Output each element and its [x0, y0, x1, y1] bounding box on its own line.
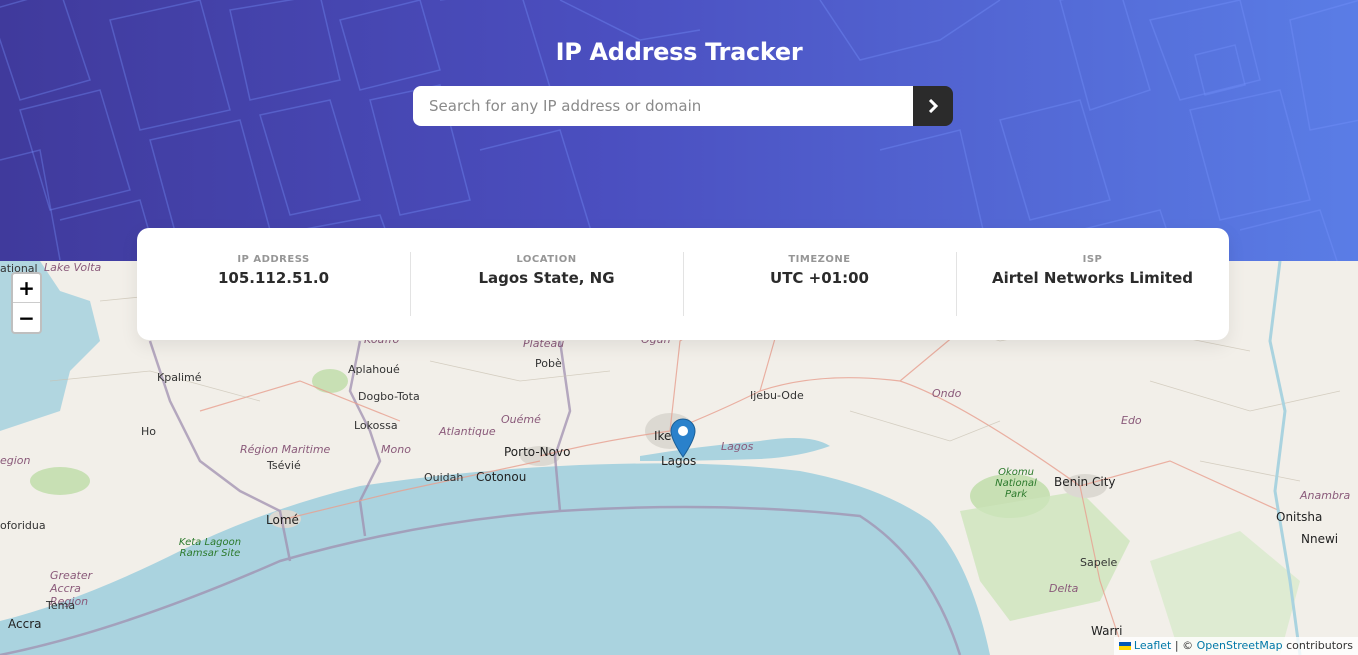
map-label: Kpalimé	[157, 371, 202, 384]
chevron-right-icon	[928, 99, 938, 113]
search-input[interactable]	[413, 86, 913, 126]
map-label: Tsévié	[267, 459, 301, 472]
map-label: Delta	[1049, 582, 1079, 595]
location-value: Lagos State, NG	[478, 269, 615, 287]
map-label: Ondo	[932, 387, 962, 400]
map-label: Lomé	[266, 513, 299, 527]
map-label: oforidua	[0, 519, 46, 532]
leaflet-link[interactable]: Leaflet	[1134, 639, 1171, 652]
map-label: Onitsha	[1276, 510, 1323, 524]
map-label: Accra	[8, 617, 42, 631]
search-submit-button[interactable]	[913, 86, 953, 126]
isp-value: Airtel Networks Limited	[992, 269, 1193, 287]
timezone-label: TIMEZONE	[788, 254, 851, 265]
attribution-contributors: contributors	[1282, 639, 1353, 652]
map-attribution: Leaflet | © OpenStreetMap contributors	[1113, 637, 1358, 655]
map-label: Ouémé	[501, 413, 541, 426]
map-label: Mono	[381, 443, 411, 456]
map-label: Tema	[46, 599, 76, 612]
openstreetmap-link[interactable]: OpenStreetMap	[1197, 639, 1283, 652]
location-section: LOCATION Lagos State, NG	[410, 252, 683, 340]
page-title: IP Address Tracker	[555, 38, 803, 66]
map-label: Keta Lagoon Ramsar Site	[178, 537, 242, 559]
ukraine-flag-icon	[1118, 642, 1131, 650]
map-label: Lake Volta	[44, 261, 102, 274]
map-label: Ike	[654, 429, 672, 443]
isp-label: ISP	[1082, 254, 1103, 265]
map-label: Nnewi	[1301, 532, 1339, 546]
ip-address-label: IP ADDRESS	[237, 254, 310, 265]
zoom-control: + −	[11, 272, 42, 334]
search-form	[413, 86, 953, 126]
map-label: Porto-Novo	[504, 445, 571, 459]
map-label: Ouidah	[424, 471, 464, 484]
map-label: Aplahoué	[348, 363, 400, 376]
map-label: Cotonou	[476, 470, 527, 484]
map-label: Ho	[141, 425, 157, 438]
location-label: LOCATION	[516, 254, 577, 265]
timezone-section: TIMEZONE UTC +01:00	[683, 252, 956, 340]
map-label: Anambra	[1300, 489, 1351, 502]
map-label: Lokossa	[354, 419, 398, 432]
map-label: Région Maritime	[240, 443, 331, 456]
map-label: Dogbo-Tota	[358, 390, 420, 403]
map-label: Warri	[1091, 624, 1123, 638]
timezone-value: UTC +01:00	[770, 269, 869, 287]
map-label: egion	[0, 454, 31, 467]
zoom-out-button[interactable]: −	[13, 303, 40, 332]
ip-info-card: IP ADDRESS 105.112.51.0 LOCATION Lagos S…	[137, 228, 1229, 340]
ip-address-value: 105.112.51.0	[217, 269, 330, 287]
zoom-in-button[interactable]: +	[13, 274, 40, 303]
map-label: Edo	[1121, 414, 1142, 427]
map-label: Benin City	[1054, 475, 1116, 489]
attribution-separator: | ©	[1171, 639, 1197, 652]
map-label: Atlantique	[439, 425, 496, 438]
map-pin-icon[interactable]	[670, 418, 696, 458]
map-label: Ijebu-Ode	[750, 389, 804, 402]
map-label: Lagos	[721, 440, 754, 453]
isp-section: ISP Airtel Networks Limited	[956, 252, 1229, 340]
map-label: Sapele	[1080, 556, 1118, 569]
ip-address-section: IP ADDRESS 105.112.51.0	[137, 252, 410, 340]
map-label: Pobè	[535, 357, 562, 370]
hero-header: IP Address Tracker	[0, 0, 1358, 261]
map-label: Okomu National Park	[995, 467, 1037, 500]
